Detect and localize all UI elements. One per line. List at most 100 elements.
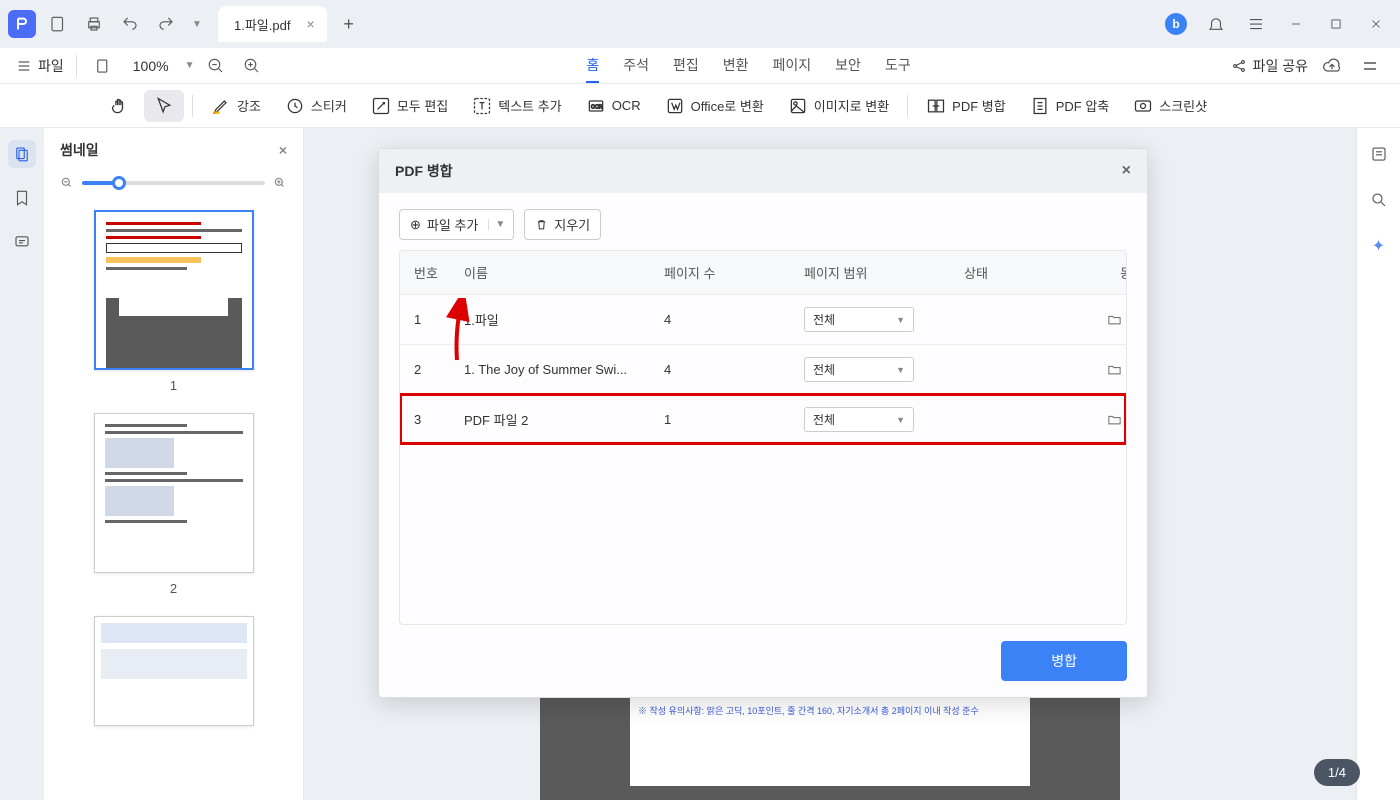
thumbnail-zoom-slider[interactable] — [82, 181, 265, 185]
range-select[interactable]: 전체▼ — [804, 357, 914, 382]
thumbnail-panel-icon[interactable] — [8, 140, 36, 168]
screenshot-icon — [1133, 96, 1153, 116]
thumb-zoom-out-icon[interactable] — [60, 176, 74, 190]
ai-sparkle-icon[interactable]: ✦ — [1365, 232, 1393, 260]
thumbnail-close-icon[interactable]: × — [279, 142, 287, 158]
clear-button[interactable]: 지우기 — [524, 209, 601, 240]
thumbnail-header: 썸네일 × — [44, 128, 303, 172]
window-close-icon[interactable] — [1360, 8, 1392, 40]
search-panel-icon[interactable] — [1365, 186, 1393, 214]
window-minimize-icon[interactable] — [1280, 8, 1312, 40]
add-file-button[interactable]: ⊕ 파일 추가 ▼ — [399, 209, 514, 240]
ocr-label: OCR — [612, 98, 641, 113]
open-file-icon[interactable] — [44, 10, 72, 38]
menubar: 파일 100% ▼ 홈 주석 편집 변환 페이지 보안 도구 파일 공유 — [0, 48, 1400, 84]
folder-open-icon[interactable] — [1107, 362, 1122, 377]
zoom-out-icon[interactable] — [202, 52, 230, 80]
compress-button[interactable]: PDF 압축 — [1020, 90, 1120, 122]
row-name: 1. The Joy of Summer Swi... — [464, 362, 664, 377]
thumbnail-page-preview[interactable] — [94, 210, 254, 370]
b-badge[interactable]: b — [1160, 8, 1192, 40]
hamburger-menu-icon[interactable] — [1240, 8, 1272, 40]
range-select[interactable]: 전체▼ — [804, 307, 914, 332]
share-button[interactable]: 파일 공유 — [1231, 56, 1308, 76]
hand-icon — [110, 96, 130, 116]
highlight-button[interactable]: 강조 — [201, 90, 271, 122]
screenshot-label: 스크린샷 — [1159, 96, 1207, 115]
text-add-button[interactable]: 텍스트 추가 — [462, 90, 571, 122]
page-fit-icon[interactable] — [89, 52, 117, 80]
tab-active[interactable]: 1.파일.pdf × — [218, 6, 327, 42]
ocr-button[interactable]: OCR OCR — [576, 90, 651, 122]
zoom-dropdown-icon[interactable]: ▼ — [185, 60, 195, 71]
undo-icon[interactable] — [116, 10, 144, 38]
office-icon — [665, 96, 685, 116]
dialog-close-icon[interactable]: × — [1122, 162, 1131, 180]
to-image-button[interactable]: 이미지로 변환 — [778, 90, 899, 122]
select-tool-button[interactable] — [144, 90, 184, 122]
cloud-upload-icon[interactable] — [1318, 52, 1346, 80]
dropdown-icon[interactable]: ▼ — [188, 10, 206, 38]
cursor-icon — [154, 96, 174, 116]
row-num: 1 — [414, 312, 464, 327]
chevron-down-icon: ▼ — [896, 315, 905, 325]
comment-panel-icon[interactable] — [8, 228, 36, 256]
tab-close-icon[interactable]: × — [306, 16, 314, 32]
tab-edit[interactable]: 편집 — [673, 49, 699, 83]
hand-tool-button[interactable] — [100, 90, 140, 122]
thumbnail-title: 썸네일 — [60, 140, 99, 160]
tab-title: 1.파일.pdf — [234, 15, 290, 34]
bell-icon[interactable] — [1200, 8, 1232, 40]
redo-icon[interactable] — [152, 10, 180, 38]
thumb-zoom-in-icon[interactable] — [273, 176, 287, 190]
thumbnail-item[interactable]: 2 — [74, 413, 273, 596]
menu-tabs: 홈 주석 편집 변환 페이지 보안 도구 — [586, 49, 910, 83]
tab-home[interactable]: 홈 — [586, 49, 599, 83]
screenshot-button[interactable]: 스크린샷 — [1123, 90, 1217, 122]
tab-page[interactable]: 페이지 — [773, 49, 812, 83]
folder-open-icon[interactable] — [1107, 312, 1122, 327]
merge-dialog: PDF 병합 × ⊕ 파일 추가 ▼ 지우기 번호 이름 페이지 수 페이지 범… — [378, 148, 1148, 698]
range-select[interactable]: 전체▼ — [804, 407, 914, 432]
tab-annotate[interactable]: 주석 — [623, 49, 649, 83]
table-row[interactable]: 2 1. The Joy of Summer Swi... 4 전체▼ × — [400, 344, 1126, 394]
zoom-level[interactable]: 100% — [125, 58, 177, 74]
overflow-menu-icon[interactable] — [1356, 52, 1384, 80]
file-menu[interactable]: 파일 — [16, 56, 64, 76]
thumbnail-panel: 썸네일 × — [44, 128, 304, 800]
folder-open-icon[interactable] — [1107, 412, 1122, 427]
tab-tools[interactable]: 도구 — [885, 49, 911, 83]
to-office-button[interactable]: Office로 변환 — [655, 90, 774, 122]
thumbnail-page-preview[interactable] — [94, 616, 254, 726]
tab-secure[interactable]: 보안 — [835, 49, 861, 83]
bookmark-panel-icon[interactable] — [8, 184, 36, 212]
merge-button[interactable]: PDF 병합 — [916, 90, 1016, 122]
highlight-label: 강조 — [237, 96, 261, 115]
page-indicator[interactable]: 1/4 — [1314, 759, 1360, 786]
to-office-label: Office로 변환 — [691, 96, 764, 115]
window-maximize-icon[interactable] — [1320, 8, 1352, 40]
merge-icon — [926, 96, 946, 116]
thumbnail-page-preview[interactable] — [94, 413, 254, 573]
table-row-highlighted[interactable]: 3 PDF 파일 2 1 전체▼ × — [400, 394, 1126, 444]
dialog-table: 번호 이름 페이지 수 페이지 범위 상태 동작 1 1.파일 4 전체▼ × … — [399, 250, 1127, 625]
dropdown-caret-icon[interactable]: ▼ — [488, 219, 511, 230]
dialog-header[interactable]: PDF 병합 × — [379, 149, 1147, 193]
file-menu-label: 파일 — [38, 56, 64, 76]
table-row[interactable]: 1 1.파일 4 전체▼ × — [400, 294, 1126, 344]
merge-submit-button[interactable]: 병합 — [1001, 641, 1127, 681]
thumbnail-list[interactable]: 1 2 — [44, 202, 303, 800]
app-logo[interactable] — [8, 10, 36, 38]
thumbnail-item[interactable]: 1 — [74, 210, 273, 393]
svg-text:OCR: OCR — [591, 104, 603, 110]
properties-panel-icon[interactable] — [1365, 140, 1393, 168]
document-tabs: 1.파일.pdf × + — [218, 6, 365, 42]
tab-convert[interactable]: 변환 — [723, 49, 749, 83]
add-tab-button[interactable]: + — [333, 8, 365, 40]
thumbnail-item[interactable] — [74, 616, 273, 726]
print-icon[interactable] — [80, 10, 108, 38]
row-pages: 4 — [664, 362, 804, 377]
edit-all-button[interactable]: 모두 편집 — [361, 90, 458, 122]
sticker-button[interactable]: 스티커 — [275, 90, 357, 122]
zoom-in-icon[interactable] — [238, 52, 266, 80]
